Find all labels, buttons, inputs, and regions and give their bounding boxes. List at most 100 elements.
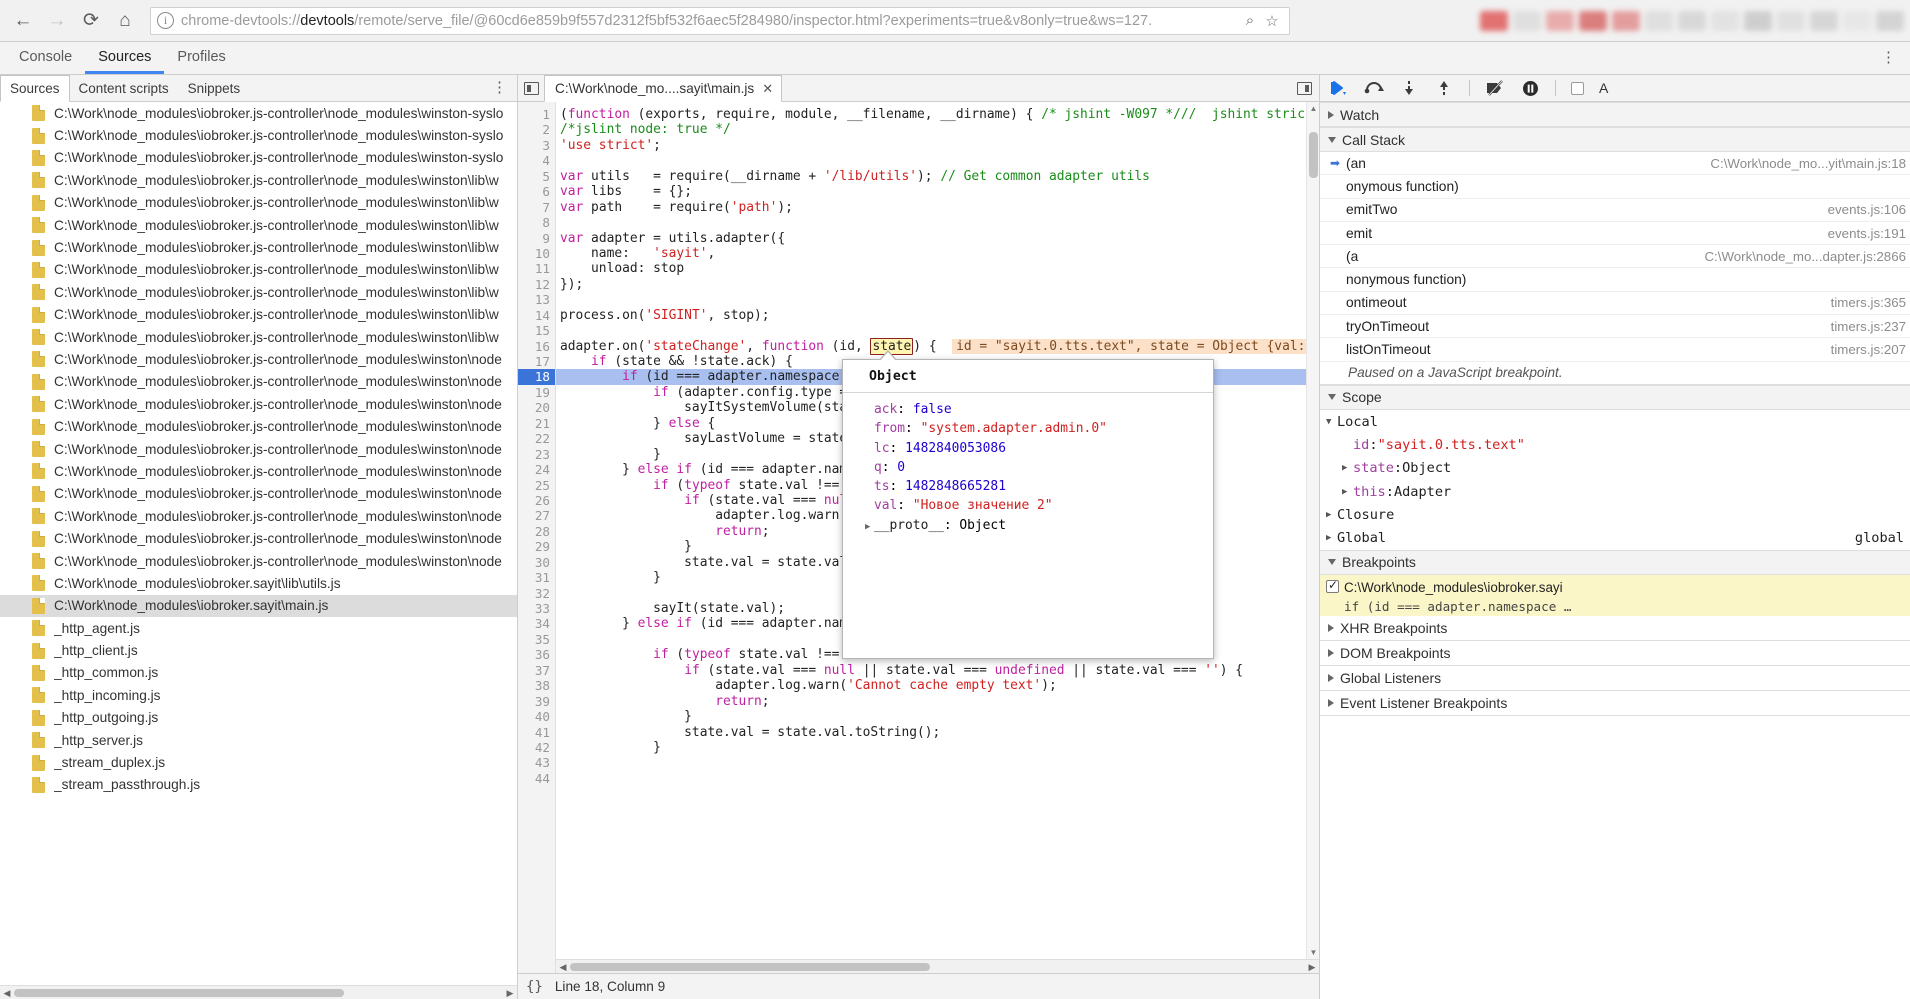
- code-line[interactable]: [556, 786, 1319, 801]
- breakpoint-item[interactable]: C:\Work\node_modules\iobroker.sayiif (id…: [1320, 574, 1910, 616]
- call-stack-frame-active[interactable]: ➡ (an C:\Work\node_mo...yit\main.js:18: [1320, 152, 1910, 176]
- other-debug-sections[interactable]: XHR Breakpoints DOM Breakpoints Global Lis…: [1320, 615, 1910, 716]
- scope-list[interactable]: ▼ Local id: "sayit.0.tts.text" ▶ state: Obje…: [1320, 410, 1910, 550]
- line-number[interactable]: 38: [518, 678, 555, 693]
- code-line[interactable]: unload: stop: [556, 261, 1319, 276]
- code-line[interactable]: [556, 215, 1319, 230]
- resume-script-button[interactable]: [1329, 78, 1349, 98]
- line-number[interactable]: 10: [518, 246, 555, 261]
- line-number[interactable]: 44: [518, 771, 555, 786]
- line-number[interactable]: 1: [518, 107, 555, 122]
- call-stack-frame[interactable]: tryOnTimeout timers.js:237: [1320, 315, 1910, 339]
- file-tree-item[interactable]: C:\Work\node_modules\iobroker.js-control…: [0, 236, 517, 258]
- section-event-listener-breakpoints[interactable]: Event Listener Breakpoints: [1320, 690, 1910, 716]
- file-tree-item[interactable]: _http_client.js: [0, 639, 517, 661]
- line-number[interactable]: 33: [518, 601, 555, 616]
- line-number[interactable]: 14: [518, 308, 555, 323]
- line-number[interactable]: 11: [518, 261, 555, 276]
- file-tree-item[interactable]: C:\Work\node_modules\iobroker.js-control…: [0, 326, 517, 348]
- code-line[interactable]: var utils = require(__dirname + '/lib/ut…: [556, 169, 1319, 184]
- line-number[interactable]: 31: [518, 570, 555, 585]
- code-line[interactable]: (function (exports, require, module, __f…: [556, 107, 1319, 122]
- call-stack-list[interactable]: ➡ (an C:\Work\node_mo...yit\main.js:18 onym…: [1320, 152, 1910, 362]
- nav-tab-snippets[interactable]: Snippets: [179, 75, 251, 101]
- navigator-more-button[interactable]: ⋮: [486, 75, 513, 101]
- call-stack-frame[interactable]: emitTwo events.js:106: [1320, 199, 1910, 222]
- line-number[interactable]: 3: [518, 138, 555, 153]
- code-line[interactable]: if (state.val === null || state.val === …: [556, 663, 1319, 678]
- section-global-listeners[interactable]: Global Listeners: [1320, 665, 1910, 691]
- file-tree-item[interactable]: _http_outgoing.js: [0, 707, 517, 729]
- scroll-left-arrow[interactable]: ◀: [0, 986, 14, 999]
- page-info-icon[interactable]: i: [157, 12, 174, 29]
- devtools-menu-button[interactable]: ⋮: [1875, 42, 1902, 74]
- line-number[interactable]: 41: [518, 725, 555, 740]
- code-line[interactable]: var libs = {};: [556, 184, 1319, 199]
- scrollbar-thumb[interactable]: [1309, 132, 1318, 178]
- call-stack-frame-continued[interactable]: onymous function): [1320, 175, 1910, 199]
- line-number[interactable]: 2: [518, 122, 555, 137]
- code-line[interactable]: });: [556, 277, 1319, 292]
- section-dom-breakpoints[interactable]: DOM Breakpoints: [1320, 640, 1910, 666]
- tab-console[interactable]: Console: [6, 42, 85, 74]
- line-number[interactable]: 16: [518, 339, 555, 354]
- file-tree-item-selected[interactable]: C:\Work\node_modules\iobroker.sayit\main…: [0, 594, 517, 617]
- file-tree-item[interactable]: _http_agent.js: [0, 617, 517, 639]
- file-tree-item[interactable]: C:\Work\node_modules\iobroker.js-control…: [0, 550, 517, 572]
- scope-entry[interactable]: ▶ Global global: [1320, 526, 1910, 549]
- step-out-button[interactable]: [1434, 78, 1454, 98]
- call-stack-frame[interactable]: listOnTimeout timers.js:207: [1320, 338, 1910, 362]
- file-tree-item[interactable]: C:\Work\node_modules\iobroker.js-control…: [0, 527, 517, 549]
- line-number[interactable]: 28: [518, 524, 555, 539]
- call-stack-frame-continued[interactable]: nonymous function): [1320, 268, 1910, 292]
- scope-entry[interactable]: ▶ state: Object: [1320, 457, 1910, 480]
- breakpoint-list[interactable]: C:\Work\node_modules\iobroker.sayiif (id…: [1320, 574, 1910, 616]
- line-number[interactable]: 8: [518, 215, 555, 230]
- line-number[interactable]: 24: [518, 462, 555, 477]
- line-number[interactable]: 21: [518, 416, 555, 431]
- line-number[interactable]: 34: [518, 616, 555, 631]
- code-line[interactable]: name: 'sayit',: [556, 246, 1319, 261]
- reload-icon[interactable]: ⟳: [74, 4, 108, 38]
- line-number[interactable]: 6: [518, 184, 555, 199]
- section-watch[interactable]: Watch: [1320, 102, 1910, 127]
- file-tree-item[interactable]: _stream_passthrough.js: [0, 774, 517, 796]
- section-scope[interactable]: Scope: [1320, 384, 1910, 410]
- line-number[interactable]: 15: [518, 323, 555, 338]
- file-tree-item[interactable]: _http_common.js: [0, 662, 517, 684]
- line-number[interactable]: 20: [518, 400, 555, 415]
- back-arrow-icon[interactable]: ←: [6, 4, 40, 38]
- code-line[interactable]: [556, 755, 1319, 770]
- address-bar[interactable]: i chrome-devtools://devtools/remote/serv…: [150, 6, 1290, 35]
- nav-tab-content-scripts[interactable]: Content scripts: [70, 75, 179, 101]
- deactivate-breakpoints-button[interactable]: [1485, 78, 1505, 98]
- magnifier-icon[interactable]: ⌕: [1239, 12, 1261, 29]
- step-over-button[interactable]: [1364, 78, 1384, 98]
- scroll-right-arrow[interactable]: ▶: [1305, 960, 1319, 973]
- line-number[interactable]: 4: [518, 153, 555, 168]
- code-line[interactable]: /*jslint node: true */: [556, 122, 1319, 137]
- line-number[interactable]: 36: [518, 647, 555, 662]
- line-number-breakpoint[interactable]: 18: [518, 369, 555, 385]
- code-line[interactable]: var path = require('path');: [556, 200, 1319, 215]
- file-tree-item[interactable]: _http_incoming.js: [0, 684, 517, 706]
- line-number-gutter[interactable]: 1 2 3 4 5 6 7 8 9 10 11 12 13 14 15 16 17 18 19 20 21 22 23 24 2…: [518, 102, 556, 973]
- scroll-left-arrow[interactable]: ◀: [556, 960, 570, 973]
- line-number[interactable]: 29: [518, 539, 555, 554]
- file-tree-item[interactable]: C:\Work\node_modules\iobroker.js-control…: [0, 124, 517, 146]
- code-vertical-scrollbar[interactable]: ▲ ▼: [1306, 102, 1319, 959]
- object-preview-popup[interactable]: Object ack: false from: "system.adapter.a…: [842, 350, 1214, 659]
- file-tree-item[interactable]: C:\Work\node_modules\iobroker.js-control…: [0, 415, 517, 437]
- code-line[interactable]: adapter.log.warn('Cannot cache empty tex…: [556, 678, 1319, 693]
- breakpoint-checkbox[interactable]: [1326, 578, 1339, 593]
- scope-entry[interactable]: ▶ Closure: [1320, 503, 1910, 526]
- code-line[interactable]: }: [556, 740, 1319, 755]
- line-number[interactable]: 22: [518, 431, 555, 446]
- line-number[interactable]: 32: [518, 586, 555, 601]
- scope-entry[interactable]: ▶ this: Adapter: [1320, 480, 1910, 503]
- line-number[interactable]: 13: [518, 292, 555, 307]
- file-tree-item[interactable]: C:\Work\node_modules\iobroker.js-control…: [0, 259, 517, 281]
- forward-arrow-icon[interactable]: →: [40, 4, 74, 38]
- pretty-print-button[interactable]: {}: [526, 979, 543, 995]
- file-tree-item[interactable]: C:\Work\node_modules\iobroker.js-control…: [0, 169, 517, 191]
